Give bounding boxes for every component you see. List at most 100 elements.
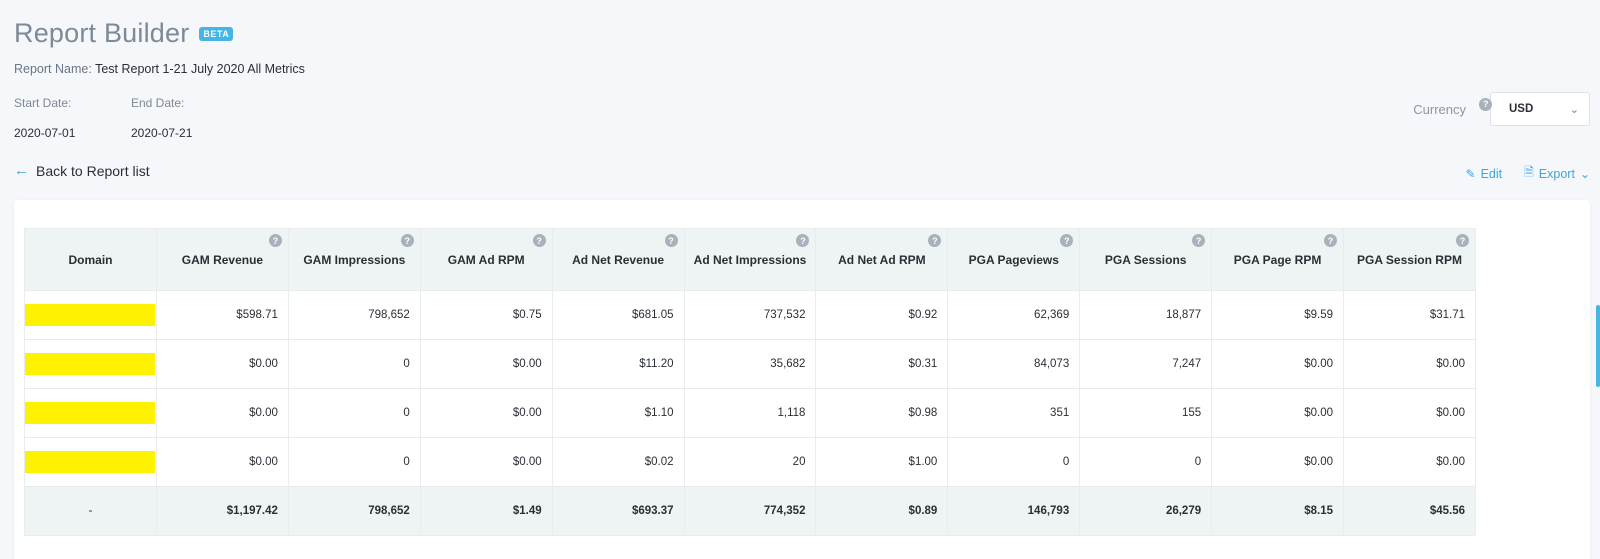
column-header-pga-session-rpm[interactable]: ? PGA Session RPM [1342, 228, 1477, 291]
domain-cell [24, 339, 157, 389]
table-cell: $0.92 [815, 290, 949, 340]
total-cell: $0.89 [815, 486, 949, 536]
chevron-down-icon: ⌄ [1579, 166, 1590, 181]
table-cell: 798,652 [287, 290, 421, 340]
table-total-row: - $1,197.42 798,652 $1.49 $693.37 774,35… [24, 486, 1477, 536]
page-title: Report Builder [14, 18, 190, 48]
total-cell: 798,652 [287, 486, 421, 536]
column-header-ad-net-ad-rpm[interactable]: ? Ad Net Ad RPM [815, 228, 949, 291]
table-row: $598.71 798,652 $0.75 $681.05 737,532 $0… [24, 290, 1477, 340]
help-icon[interactable]: ? [400, 234, 414, 247]
table-cell: 0 [947, 437, 1081, 487]
currency-label: Currency ? [1413, 97, 1493, 117]
help-icon[interactable]: ? [268, 234, 282, 247]
report-name-value: Test Report 1-21 July 2020 All Metrics [95, 62, 305, 76]
page-header: Report Builder BETA [14, 18, 234, 49]
help-icon[interactable]: ? [1323, 234, 1337, 247]
help-icon[interactable]: ? [532, 234, 546, 247]
arrow-left-icon: ← [14, 162, 29, 179]
column-header-pga-page-rpm[interactable]: ? PGA Page RPM [1211, 228, 1344, 291]
back-to-report-list-link[interactable]: ← Back to Report list [14, 162, 150, 179]
table-cell: $9.59 [1211, 290, 1344, 340]
redaction-mark [25, 451, 155, 473]
total-cell: $693.37 [551, 486, 685, 536]
table-cell: $31.71 [1342, 290, 1477, 340]
column-header-pga-sessions[interactable]: ? PGA Sessions [1079, 228, 1213, 291]
currency-select[interactable]: USD ⌄ [1490, 92, 1590, 126]
table-cell: $0.00 [155, 388, 289, 438]
table-row: $0.00 0 $0.00 $1.10 1,118 $0.98 351 155 … [24, 388, 1477, 438]
domain-cell [24, 388, 157, 438]
table-cell: $0.00 [1211, 339, 1344, 389]
end-date-label: End Date: [131, 96, 185, 110]
table-cell: $0.00 [1342, 388, 1477, 438]
table-cell: $11.20 [551, 339, 685, 389]
column-header-pga-pageviews[interactable]: ? PGA Pageviews [947, 228, 1081, 291]
pencil-icon: ✎ [1465, 166, 1476, 181]
table-cell: $0.75 [419, 290, 553, 340]
total-cell: $45.56 [1342, 486, 1477, 536]
table-cell: 62,369 [947, 290, 1081, 340]
help-icon[interactable]: ? [1060, 234, 1074, 247]
table-cell: 155 [1079, 388, 1213, 438]
help-icon[interactable]: ? [1456, 234, 1469, 247]
currency-picker: Currency ? USD ⌄ [1413, 92, 1590, 126]
domain-cell [24, 290, 157, 340]
export-button[interactable]: 🗎 Export ⌄ [1524, 163, 1590, 184]
total-cell: 146,793 [947, 486, 1081, 536]
start-date-value: 2020-07-01 [14, 126, 76, 140]
column-header-gam-impressions[interactable]: ? GAM Impressions [287, 228, 421, 291]
total-domain-cell: - [24, 486, 157, 536]
column-header-gam-ad-rpm[interactable]: ? GAM Ad RPM [419, 228, 553, 291]
export-label: Export [1538, 166, 1575, 181]
table-cell: 18,877 [1079, 290, 1213, 340]
table-cell: $681.05 [551, 290, 685, 340]
table-cell: $0.00 [419, 388, 553, 438]
table-cell: 737,532 [683, 290, 817, 340]
table-cell: 7,247 [1079, 339, 1213, 389]
table-cell: 35,682 [683, 339, 817, 389]
table-cell: $0.00 [155, 437, 289, 487]
report-actions: ✎ Edit 🗎 Export ⌄ [1444, 163, 1590, 184]
table-cell: 351 [947, 388, 1081, 438]
chevron-down-icon: ⌄ [1569, 103, 1579, 116]
report-name-label: Report Name: [14, 62, 92, 76]
redaction-mark [25, 353, 155, 375]
table-cell: 1,118 [683, 388, 817, 438]
start-date-label: Start Date: [14, 96, 72, 110]
table-cell: $0.00 [419, 437, 553, 487]
scrollbar-thumb[interactable] [1596, 305, 1600, 387]
table-cell: 0 [287, 437, 421, 487]
table-row: $0.00 0 $0.00 $0.02 20 $1.00 0 0 $0.00 $… [24, 437, 1477, 487]
redaction-mark [25, 304, 155, 326]
edit-button[interactable]: ✎ Edit [1466, 167, 1503, 181]
column-header-ad-net-impressions[interactable]: ? Ad Net Impressions [683, 228, 817, 291]
help-icon[interactable]: ? [664, 234, 678, 247]
total-cell: 26,279 [1079, 486, 1213, 536]
end-date: End Date: 2020-07-21 [131, 96, 192, 140]
table-row: $0.00 0 $0.00 $11.20 35,682 $0.31 84,073… [24, 339, 1477, 389]
document-icon: 🗎 [1524, 165, 1534, 179]
table-cell: $0.00 [155, 339, 289, 389]
domain-cell [24, 437, 157, 487]
help-icon[interactable]: ? [928, 234, 942, 247]
table-cell: $1.10 [551, 388, 685, 438]
help-icon[interactable]: ? [796, 234, 810, 247]
column-header-ad-net-revenue[interactable]: ? Ad Net Revenue [551, 228, 685, 291]
report-table: Domain ? GAM Revenue ? GAM Impressions ? GA… [24, 228, 1477, 536]
table-cell: $0.31 [815, 339, 949, 389]
currency-selected-value: USD [1509, 103, 1534, 115]
table-cell: $598.71 [155, 290, 289, 340]
column-header-domain[interactable]: Domain [24, 228, 157, 291]
table-cell: $0.00 [1342, 437, 1477, 487]
table-cell: 0 [1079, 437, 1213, 487]
total-cell: 774,352 [683, 486, 817, 536]
currency-help-icon[interactable]: ? [1479, 97, 1493, 111]
help-icon[interactable]: ? [1192, 234, 1206, 247]
table-header-row: Domain ? GAM Revenue ? GAM Impressions ? GA… [24, 228, 1477, 291]
start-date: Start Date: 2020-07-01 [14, 96, 75, 140]
table-cell: 0 [287, 339, 421, 389]
table-cell: 84,073 [947, 339, 1081, 389]
column-header-gam-revenue[interactable]: ? GAM Revenue [155, 228, 289, 291]
redaction-mark [25, 402, 155, 424]
